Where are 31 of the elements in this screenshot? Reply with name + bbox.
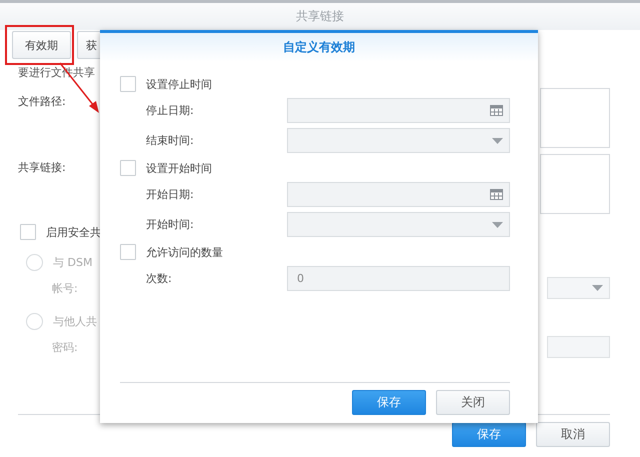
field-label: 帐号: — [52, 280, 78, 296]
checkbox[interactable] — [120, 76, 136, 92]
field-label: 密码: — [52, 340, 78, 354]
caret-icon — [492, 138, 503, 144]
field-label: 停止日期: — [146, 103, 194, 118]
checkbox-label: 允许访问的数量 — [146, 244, 223, 260]
radio-label: 与 DSM — [53, 255, 92, 270]
caret-icon — [492, 222, 503, 228]
field-label: 结束时间: — [146, 133, 194, 148]
text-area[interactable] — [540, 88, 610, 148]
tab[interactable]: 有效期 — [12, 31, 71, 59]
radio-label: 与他人共 — [53, 314, 97, 329]
checkbox-label: 启用安全共 — [46, 224, 101, 240]
field-label: 文件路径: — [18, 94, 66, 110]
checkbox-label: 设置停止时间 — [146, 76, 212, 92]
input-field[interactable] — [547, 336, 610, 358]
field-label: 共享链接: — [18, 160, 66, 176]
checkbox[interactable] — [20, 224, 36, 240]
field-label: 次数: — [146, 271, 172, 286]
field-label: 开始时间: — [146, 217, 194, 232]
dialog-title: 自定义有效期 — [283, 39, 355, 56]
window-title: 共享链接 — [296, 8, 344, 25]
checkbox[interactable] — [120, 244, 136, 260]
caret-icon — [592, 285, 603, 291]
text-area[interactable] — [540, 154, 610, 214]
dropdown[interactable] — [547, 277, 610, 299]
cancel-button[interactable]: 取消 — [536, 422, 610, 447]
checkbox-label: 设置开始时间 — [146, 160, 212, 176]
checkbox[interactable] — [120, 160, 136, 176]
field-label: 开始日期: — [146, 187, 194, 202]
close-button[interactable]: 关闭 — [436, 390, 510, 415]
